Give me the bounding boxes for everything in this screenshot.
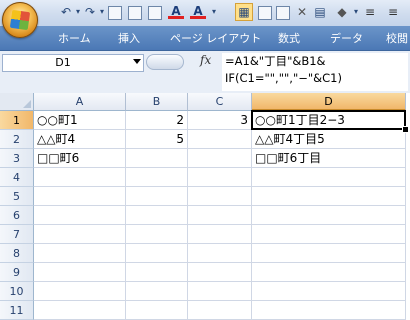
font-color-icon[interactable]: A	[168, 4, 184, 19]
tab-page-layout[interactable]: ページ レイアウト	[170, 30, 261, 48]
cell-a2[interactable]: △△町4	[34, 130, 126, 149]
cell-d8[interactable]	[252, 244, 406, 263]
fill-handle[interactable]	[402, 126, 409, 133]
clear-icon[interactable]: ✕	[294, 4, 310, 20]
cell-a3[interactable]: □□町6	[34, 149, 126, 168]
cell-d6[interactable]	[252, 206, 406, 225]
column-header-c[interactable]: C	[188, 93, 252, 111]
cell-c10[interactable]	[188, 282, 252, 301]
worksheet-grid[interactable]: ABCD 1 2 3 4 5 6 7 8 9 10 11 ○○町1 2 3 ○○町1丁目2−3 △△町4 5 △…	[0, 93, 410, 320]
cell-a10[interactable]	[34, 282, 126, 301]
office-logo-icon	[9, 9, 31, 31]
column-header-a[interactable]: A	[34, 93, 126, 111]
tab-formulas[interactable]: 数式	[278, 30, 300, 48]
cell-c5[interactable]	[188, 187, 252, 206]
align-left-icon[interactable]: ≡	[385, 4, 401, 20]
row-header-10[interactable]: 10	[0, 282, 34, 301]
cell-a7[interactable]	[34, 225, 126, 244]
ribbon-tabs: ホーム 挿入 ページ レイアウト 数式 データ 校閲	[0, 26, 410, 51]
cell-a4[interactable]	[34, 168, 126, 187]
name-box-dropdown-icon[interactable]	[133, 59, 141, 64]
row-header-4[interactable]: 4	[0, 168, 34, 187]
tab-review[interactable]: 校閲	[386, 30, 408, 48]
cell-b8[interactable]	[126, 244, 188, 263]
cell-b1[interactable]: 2	[126, 111, 188, 130]
cell-d4[interactable]	[252, 168, 406, 187]
tab-data[interactable]: データ	[330, 30, 363, 48]
cell-a5[interactable]	[34, 187, 126, 206]
cell-d7[interactable]	[252, 225, 406, 244]
formula-line-1: =A1&"丁目"&B1&	[225, 54, 326, 68]
cell-b7[interactable]	[126, 225, 188, 244]
cell-b3[interactable]	[126, 149, 188, 168]
cell-c2[interactable]	[188, 130, 252, 149]
office-button[interactable]	[2, 2, 38, 38]
row-header-1[interactable]: 1	[0, 111, 34, 130]
merge-icon[interactable]	[276, 6, 290, 20]
cell-styles-icon[interactable]: ▤	[312, 4, 328, 20]
cell-b4[interactable]	[126, 168, 188, 187]
tab-home[interactable]: ホーム	[58, 30, 91, 48]
formula-line-2: IF(C1="","","−"&C1)	[225, 71, 342, 85]
cell-c1[interactable]: 3	[188, 111, 252, 130]
tab-insert[interactable]: 挿入	[118, 30, 140, 48]
column-header-b[interactable]: B	[126, 93, 188, 111]
font-color-dropdown-icon[interactable]: ▾	[206, 4, 222, 20]
font-color-icon-2[interactable]: A	[190, 4, 206, 19]
cell-a1[interactable]: ○○町1	[34, 111, 126, 130]
cell-b2[interactable]: 5	[126, 130, 188, 149]
cell-b6[interactable]	[126, 206, 188, 225]
name-box-value: D1	[55, 56, 71, 69]
row-header-5[interactable]: 5	[0, 187, 34, 206]
select-all-corner[interactable]	[0, 93, 34, 111]
formula-bar-area: D1 fx =A1&"丁目"&B1& IF(C1="","","−"&C1)	[0, 51, 410, 94]
insert-function-icon[interactable]: fx	[200, 53, 216, 69]
border-icon[interactable]	[148, 6, 162, 20]
row-header-3[interactable]: 3	[0, 149, 34, 168]
print-preview-icon[interactable]	[108, 6, 122, 20]
cell-c4[interactable]	[188, 168, 252, 187]
row-header-6[interactable]: 6	[0, 206, 34, 225]
name-box[interactable]: D1	[2, 54, 144, 72]
freeze-icon[interactable]	[258, 6, 272, 20]
cell-c6[interactable]	[188, 206, 252, 225]
align-justify-icon[interactable]: ≡	[362, 4, 378, 20]
cell-b10[interactable]	[126, 282, 188, 301]
cell-d9[interactable]	[252, 263, 406, 282]
cell-a9[interactable]	[34, 263, 126, 282]
row-header-2[interactable]: 2	[0, 130, 34, 149]
row-header-8[interactable]: 8	[0, 244, 34, 263]
cell-a6[interactable]	[34, 206, 126, 225]
cell-d2[interactable]: △△町4丁目5	[252, 130, 406, 149]
cell-c9[interactable]	[188, 263, 252, 282]
cell-c8[interactable]	[188, 244, 252, 263]
row-header-9[interactable]: 9	[0, 263, 34, 282]
cell-c3[interactable]	[188, 149, 252, 168]
cell-d10[interactable]	[252, 282, 406, 301]
row-header-7[interactable]: 7	[0, 225, 34, 244]
column-header-d[interactable]: D	[252, 93, 406, 111]
formula-cancel-button[interactable]	[146, 54, 184, 70]
cell-d1[interactable]: ○○町1丁目2−3	[252, 111, 406, 130]
formula-input[interactable]: =A1&"丁目"&B1& IF(C1="","","−"&C1)	[222, 53, 408, 91]
cell-d3[interactable]: □□町6丁目	[252, 149, 406, 168]
cell-d5[interactable]	[252, 187, 406, 206]
quick-access-toolbar: ↶ ▾ ↷ ▾ A A ▾ ▦ ✕ ▤ ◆ ▾ ≡ ≡	[0, 0, 410, 26]
cell-c7[interactable]	[188, 225, 252, 244]
cell-a8[interactable]	[34, 244, 126, 263]
save-icon[interactable]	[128, 6, 142, 20]
table-icon[interactable]: ▦	[235, 3, 253, 21]
cell-b9[interactable]	[126, 263, 188, 282]
cell-b5[interactable]	[126, 187, 188, 206]
